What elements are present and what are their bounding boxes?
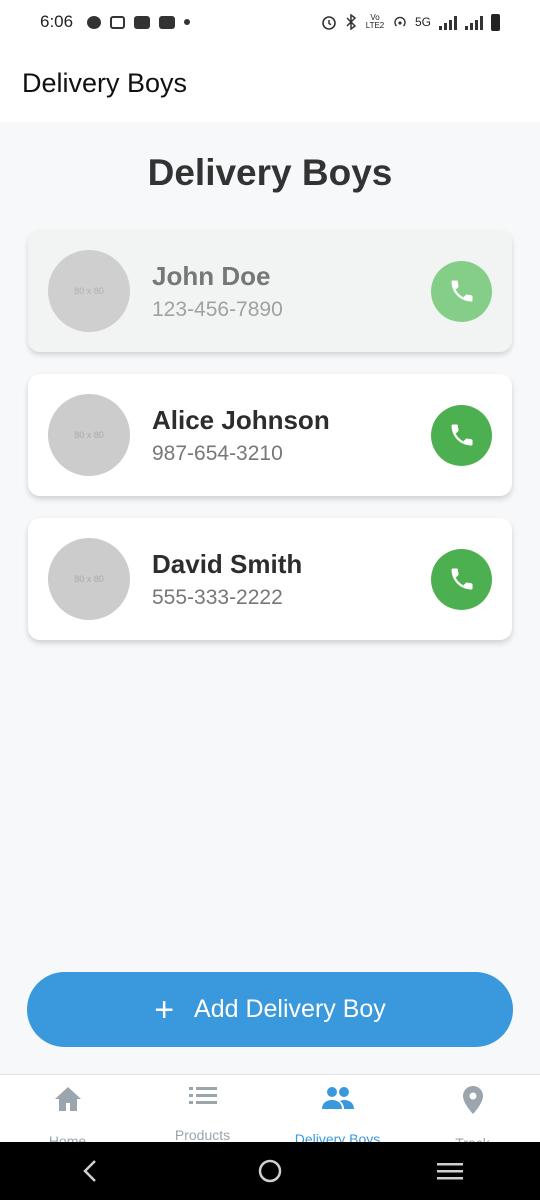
bluetooth-icon <box>346 14 357 30</box>
delivery-boy-card[interactable]: 80 x 80 John Doe 123-456-7890 <box>28 230 512 352</box>
avatar: 80 x 80 <box>48 394 130 476</box>
network-label: 5G <box>414 15 431 29</box>
back-button[interactable] <box>60 1151 120 1191</box>
avatar: 80 x 80 <box>48 538 130 620</box>
nav-item-home[interactable]: Home <box>0 1075 135 1149</box>
card-info: David Smith 555-333-2222 <box>152 549 431 610</box>
more-notifications-icon <box>184 19 191 25</box>
back-icon <box>83 1160 96 1182</box>
phone-icon <box>451 424 472 446</box>
home-icon <box>53 1085 83 1113</box>
add-delivery-boy-label: Add Delivery Boy <box>194 995 386 1023</box>
delivery-boy-phone: 123-456-7890 <box>152 297 283 321</box>
youtube-icon <box>134 15 151 29</box>
system-status: Vo LTE2 5G <box>321 13 500 31</box>
delivery-boy-phone: 555-333-2222 <box>152 585 283 609</box>
delivery-boy-name: John Doe <box>152 260 271 291</box>
phone-icon <box>451 280 472 302</box>
delivery-boy-card[interactable]: 80 x 80 David Smith 555-333-2222 <box>28 518 512 640</box>
signal-icon-2 <box>465 14 483 30</box>
menu-lines-icon <box>437 1163 463 1180</box>
circle-home-icon <box>258 1159 282 1183</box>
volte-label: Vo LTE2 <box>365 13 385 30</box>
page-title: Delivery Boys <box>147 152 393 193</box>
call-button[interactable] <box>431 548 492 610</box>
phone-icon <box>451 568 472 590</box>
list-icon <box>188 1085 217 1107</box>
nav-label: Products <box>174 1127 231 1143</box>
alarm-icon <box>322 16 336 30</box>
location-pin-icon <box>462 1085 484 1115</box>
system-nav-bar <box>0 1142 540 1200</box>
call-button[interactable] <box>431 260 492 322</box>
signal-icon <box>439 14 457 30</box>
delivery-boy-phone: 987-654-3210 <box>152 441 283 465</box>
delivery-boy-name: David Smith <box>152 548 303 579</box>
bottom-nav: Home Products Delivery Boys Track <box>0 1074 540 1151</box>
status-time: 6:06 <box>40 12 74 31</box>
recents-button[interactable] <box>420 1151 480 1191</box>
card-info: John Doe 123-456-7890 <box>152 261 431 322</box>
nav-item-products[interactable]: Products <box>135 1075 270 1143</box>
avatar: 80 x 80 <box>48 250 130 332</box>
call-button[interactable] <box>431 404 492 466</box>
notification-icons <box>87 15 191 29</box>
card-info: Alice Johnson 987-654-3210 <box>152 405 431 466</box>
people-icon <box>321 1085 355 1111</box>
home-system-button[interactable] <box>240 1151 300 1191</box>
app-bar: Delivery Boys <box>0 44 540 122</box>
delivery-boy-card[interactable]: 80 x 80 Alice Johnson 987-654-3210 <box>28 374 512 496</box>
teams-icon <box>159 15 176 29</box>
battery-icon <box>491 13 500 31</box>
hotspot-icon <box>394 16 406 27</box>
nav-item-delivery-boys[interactable]: Delivery Boys <box>270 1075 405 1147</box>
wallet-icon <box>110 15 126 29</box>
status-bar: 6:06 Vo LTE2 5G <box>0 0 540 44</box>
app-bar-title: Delivery Boys <box>22 67 188 98</box>
add-delivery-boy-button[interactable]: + Add Delivery Boy <box>27 972 513 1047</box>
chat-icon <box>87 15 102 29</box>
plus-icon: + <box>154 990 175 1029</box>
nav-item-track[interactable]: Track <box>405 1075 540 1151</box>
delivery-boy-name: Alice Johnson <box>152 404 330 435</box>
